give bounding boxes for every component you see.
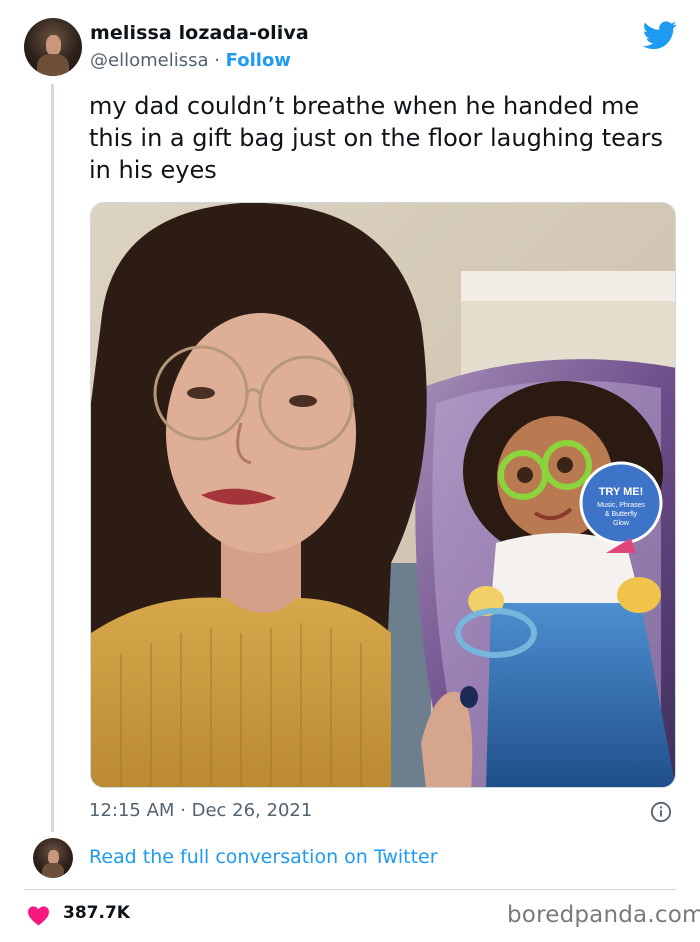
watermark: boredpanda.com (507, 902, 700, 928)
badge-line3: Glow (613, 520, 630, 527)
tweet-timestamp[interactable]: 12:15 AM · Dec 26, 2021 (89, 800, 312, 821)
like-count[interactable]: 387.7K (63, 903, 130, 923)
handle-separator: · (208, 50, 226, 71)
author-avatar[interactable] (24, 18, 82, 76)
avatar-body (36, 53, 70, 76)
author-name[interactable]: melissa lozada-oliva (90, 22, 309, 44)
avatar-face (48, 850, 59, 864)
avatar-body (41, 862, 65, 878)
badge-title: TRY ME! (599, 486, 644, 498)
thread-line (51, 84, 54, 832)
badge-line2: & Butterfly (605, 511, 638, 518)
divider (24, 889, 676, 890)
badge-line1: Music, Phrases (597, 502, 645, 509)
follow-button[interactable]: Follow (226, 50, 291, 71)
avatar-face (46, 35, 62, 56)
handle-row: @ellomelissa · Follow (90, 50, 291, 71)
tweet-text: my dad couldn’t breathe when he handed m… (89, 92, 664, 184)
photo-illustration: TRY ME! Music, Phrases & Butterfly Glow (91, 203, 675, 787)
author-handle[interactable]: @ellomelissa (90, 50, 209, 71)
heart-icon[interactable] (27, 905, 50, 926)
tweet-photo[interactable]: TRY ME! Music, Phrases & Butterfly Glow (90, 202, 676, 788)
info-icon[interactable] (650, 801, 672, 823)
read-conversation-link[interactable]: Read the full conversation on Twitter (89, 846, 438, 868)
reply-avatar[interactable] (33, 838, 73, 878)
twitter-bird-icon[interactable] (643, 18, 677, 52)
